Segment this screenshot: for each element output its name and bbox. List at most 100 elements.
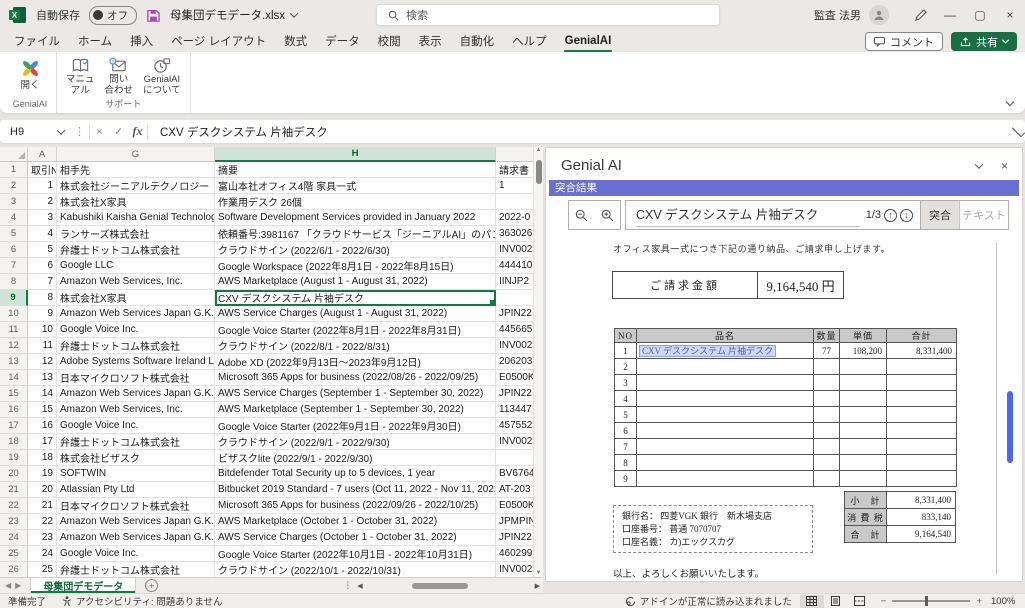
cell-i3[interactable] <box>496 194 533 210</box>
cell-a14[interactable]: 13 <box>28 370 57 386</box>
cell-a16[interactable]: 15 <box>28 402 57 418</box>
cell-h3[interactable]: 作業用デスク 26個 <box>215 194 496 210</box>
cell-h13[interactable]: Adobe XD (2022年9月13日〜2023年9月12日) <box>215 354 496 370</box>
cell-h25[interactable]: Google Voice Starter (2022年10月1日 - 2022年… <box>215 546 496 562</box>
accessibility-status[interactable]: アクセシビリティ: 問題ありません <box>54 594 230 608</box>
restore-button[interactable]: ▢ <box>965 0 995 30</box>
zoom-out-minus[interactable]: − <box>881 596 887 607</box>
cell-g10[interactable]: Amazon Web Services Japan G.K. <box>57 306 215 322</box>
preview-scrollbar-thumb[interactable] <box>1007 391 1013 463</box>
formula-bar-expand-icon[interactable] <box>1012 123 1025 136</box>
row-header[interactable]: 26 <box>0 562 28 577</box>
cell-a13[interactable]: 12 <box>28 354 57 370</box>
cell-i22[interactable]: E0500K <box>496 498 533 514</box>
cell-a24[interactable]: 23 <box>28 530 57 546</box>
cell-h21[interactable]: Bitbucket 2019 Standard - 7 users (Oct 1… <box>215 482 496 498</box>
cell-i20[interactable]: BV6764 <box>496 466 533 482</box>
close-button[interactable]: × <box>995 0 1025 30</box>
row-header[interactable]: 9 <box>0 290 28 306</box>
row-header[interactable]: 24 <box>0 530 28 546</box>
cell-a11[interactable]: 10 <box>28 322 57 338</box>
select-all-corner[interactable] <box>0 147 28 162</box>
zoom-level[interactable]: 100% <box>991 596 1025 607</box>
cell-g17[interactable]: Google Voice Inc. <box>57 418 215 434</box>
toggle-text-mode[interactable]: テキスト <box>960 201 1008 229</box>
cell-a1[interactable]: 取引No <box>28 162 57 178</box>
ribbon-tab-ヘルプ[interactable]: ヘルプ <box>503 30 556 52</box>
scrollbar-thumb[interactable] <box>536 160 542 184</box>
row-header[interactable]: 14 <box>0 370 28 386</box>
scroll-down-icon[interactable]: ▼ <box>534 570 543 576</box>
horizontal-scrollbar[interactable]: ⋮ ◀ ▶ <box>343 580 543 591</box>
name-box[interactable]: H9 <box>0 126 58 138</box>
page-layout-view-icon[interactable] <box>824 595 848 608</box>
column-header-partial[interactable] <box>496 147 533 162</box>
cell-g25[interactable]: Google Voice Inc. <box>57 546 215 562</box>
ribbon-tab-ファイル[interactable]: ファイル <box>5 30 69 52</box>
autosave-toggle[interactable]: オフ <box>89 6 137 25</box>
ribbon-collapse-icon[interactable] <box>1006 98 1014 106</box>
ribbon-tab-数式[interactable]: 数式 <box>275 30 316 52</box>
cell-a7[interactable]: 6 <box>28 258 57 274</box>
new-sheet-icon[interactable]: + <box>145 579 158 592</box>
row-header[interactable]: 10 <box>0 306 28 322</box>
cell-h6[interactable]: クラウドサイン (2022/6/1 - 2022/6/30) <box>215 242 496 258</box>
comments-button[interactable]: コメント <box>865 32 943 51</box>
cell-g2[interactable]: 株式会社ジーニアルテクノロジー <box>57 178 215 194</box>
ribbon-tab-校閲[interactable]: 校閲 <box>369 30 410 52</box>
cell-a10[interactable]: 9 <box>28 306 57 322</box>
cell-i26[interactable]: INV002 <box>496 562 533 577</box>
normal-view-icon[interactable] <box>800 595 824 608</box>
row-header[interactable]: 21 <box>0 482 28 498</box>
cell-a26[interactable]: 25 <box>28 562 57 577</box>
cell-i17[interactable]: 457552 <box>496 418 533 434</box>
cell-g6[interactable]: 弁護士ドットコム株式会社 <box>57 242 215 258</box>
cell-i5[interactable]: 363026 <box>496 226 533 242</box>
cell-i1[interactable]: 請求書 <box>496 162 533 178</box>
row-header[interactable]: 5 <box>0 226 28 242</box>
cell-h10[interactable]: AWS Service Charges (August 1 - August 3… <box>215 306 496 322</box>
cell-g14[interactable]: 日本マイクロソフト株式会社 <box>57 370 215 386</box>
cell-h5[interactable]: 依頼番号:3981167 「クラウドサービス「ジーニアルAI」のパンフ <box>215 226 496 242</box>
insert-function-icon[interactable]: fx <box>128 124 147 139</box>
share-button[interactable]: 共有 <box>951 32 1017 51</box>
cell-a9[interactable]: 8 <box>28 290 57 306</box>
cell-g5[interactable]: ランサーズ株式会社 <box>57 226 215 242</box>
row-header[interactable]: 20 <box>0 466 28 482</box>
ribbon-tab-自動化[interactable]: 自動化 <box>451 30 504 52</box>
row-header[interactable]: 23 <box>0 514 28 530</box>
cell-a15[interactable]: 14 <box>28 386 57 402</box>
contact-button[interactable]: ? 問い 合わせ <box>102 56 137 97</box>
vertical-scrollbar[interactable]: ▲ ▼ <box>533 147 543 577</box>
ribbon-tab-表示[interactable]: 表示 <box>410 30 451 52</box>
cell-h14[interactable]: Microsoft 365 Apps for business (2022/08… <box>215 370 496 386</box>
cell-g23[interactable]: Amazon Web Services Japan G.K. <box>57 514 215 530</box>
row-header[interactable]: 12 <box>0 338 28 354</box>
sheet-tab-active[interactable]: 母集団デモデータ <box>30 578 136 593</box>
cell-g12[interactable]: 弁護士ドットコム株式会社 <box>57 338 215 354</box>
row-header[interactable]: 19 <box>0 450 28 466</box>
cell-h16[interactable]: AWS Marketplace (September 1 - September… <box>215 402 496 418</box>
avatar[interactable] <box>869 5 889 25</box>
row-header[interactable]: 11 <box>0 322 28 338</box>
cell-g18[interactable]: 弁護士ドットコム株式会社 <box>57 434 215 450</box>
cell-g24[interactable]: Amazon Web Services Japan G.K. <box>57 530 215 546</box>
cell-i7[interactable]: 444410 <box>496 258 533 274</box>
row-header[interactable]: 13 <box>0 354 28 370</box>
cell-g11[interactable]: Google Voice Inc. <box>57 322 215 338</box>
cell-h22[interactable]: Microsoft 365 Apps for business (2022/09… <box>215 498 496 514</box>
cell-i21[interactable]: AT-203 <box>496 482 533 498</box>
panel-close-icon[interactable]: × <box>1001 159 1008 173</box>
cell-a2[interactable]: 1 <box>28 178 57 194</box>
cell-a18[interactable]: 17 <box>28 434 57 450</box>
open-button[interactable]: 開く <box>10 56 50 93</box>
panel-collapse-icon[interactable] <box>975 160 983 168</box>
ribbon-tab-挿入[interactable]: 挿入 <box>121 30 162 52</box>
cell-a21[interactable]: 20 <box>28 482 57 498</box>
cell-i10[interactable]: JPIN22 <box>496 306 533 322</box>
cell-h12[interactable]: クラウドサイン (2022/8/1 - 2022/8/31) <box>215 338 496 354</box>
zoom-in-button[interactable] <box>594 200 621 230</box>
document-title[interactable]: 母集団デモデータ.xlsx <box>170 7 297 23</box>
scroll-left-icon[interactable]: ◀ <box>357 582 362 590</box>
drag-dots-icon[interactable]: ⋮ <box>70 125 89 138</box>
